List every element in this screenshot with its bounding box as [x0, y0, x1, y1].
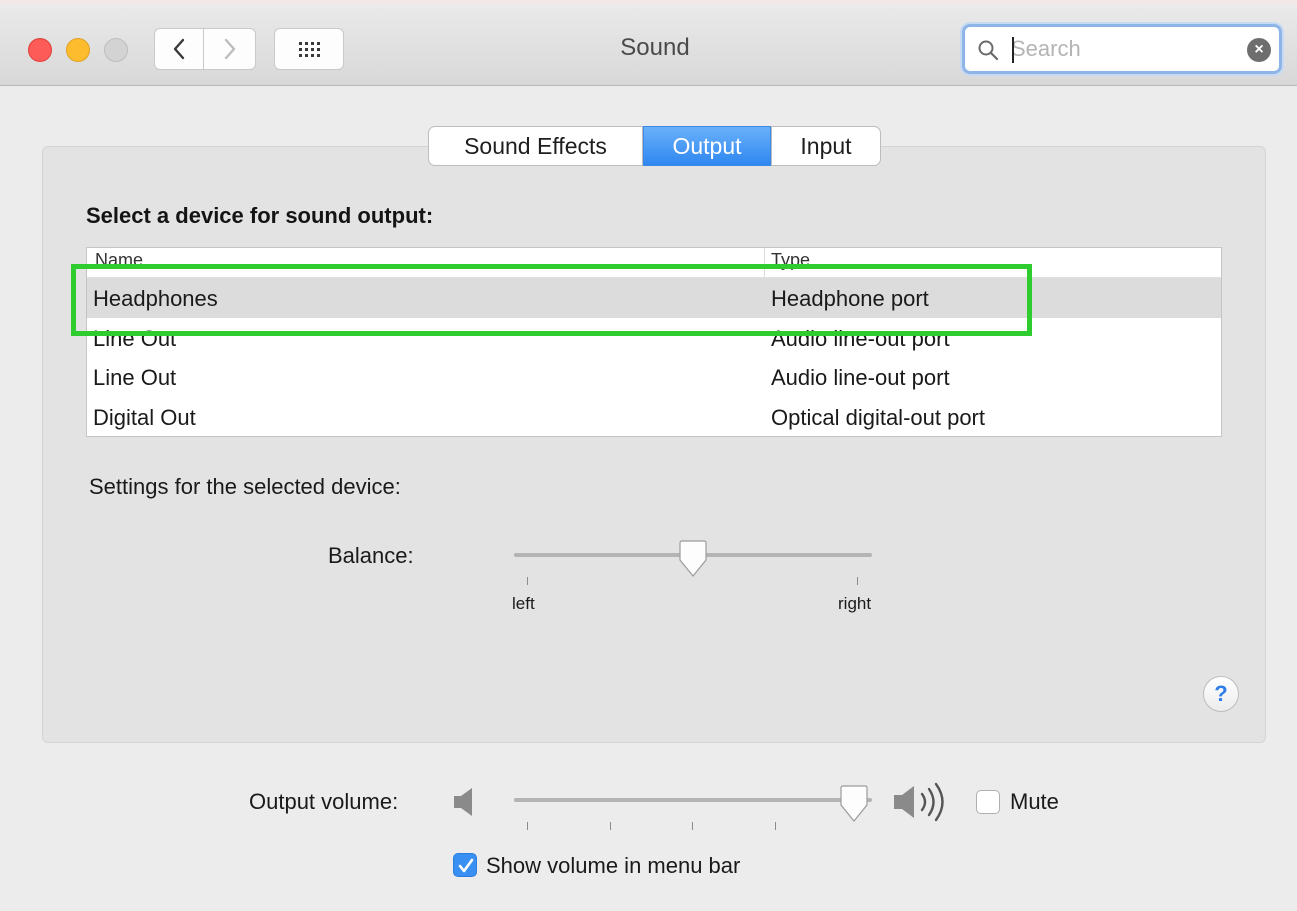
minimize-button[interactable] — [66, 38, 90, 62]
balance-left-label: left — [512, 594, 535, 613]
balance-tick — [857, 577, 858, 585]
window-title: Sound — [620, 34, 690, 61]
device-type: Optical digital-out port — [771, 404, 985, 430]
help-button[interactable]: ? — [1203, 676, 1239, 712]
volume-tick — [775, 822, 776, 830]
grid-icon — [299, 42, 320, 57]
volume-tick — [527, 822, 528, 830]
show-volume-checkbox[interactable] — [453, 853, 477, 877]
speaker-high-icon — [894, 782, 944, 822]
chevron-right-icon — [224, 38, 235, 60]
balance-slider-knob[interactable] — [676, 540, 710, 580]
close-button[interactable] — [28, 38, 52, 62]
search-input[interactable] — [1011, 35, 1231, 63]
mute-label: Mute — [1010, 789, 1059, 814]
device-type: Audio line-out port — [771, 365, 950, 390]
forward-button[interactable] — [204, 28, 256, 70]
table-row[interactable]: Line Out Audio line-out port — [87, 357, 1221, 397]
back-button[interactable] — [154, 28, 204, 70]
clear-search-icon[interactable]: × — [1247, 38, 1271, 62]
search-icon — [978, 40, 999, 61]
chevron-left-icon — [173, 38, 185, 60]
volume-tick — [610, 822, 611, 830]
tab-input[interactable]: Input — [771, 126, 881, 166]
show-all-button[interactable] — [274, 28, 344, 70]
text-caret — [1012, 37, 1014, 63]
show-volume-label: Show volume in menu bar — [486, 853, 741, 878]
device-name: Line Out — [93, 365, 177, 390]
mute-checkbox[interactable] — [976, 790, 1000, 814]
zoom-button[interactable] — [104, 38, 128, 62]
tab-sound-effects[interactable]: Sound Effects — [428, 126, 643, 166]
device-name: Digital Out — [93, 404, 196, 430]
checkmark-icon — [458, 858, 474, 873]
balance-tick — [527, 577, 528, 585]
volume-slider-track[interactable] — [514, 798, 872, 802]
settings-heading: Settings for the selected device: — [89, 474, 401, 499]
sound-preferences-window: Sound × Sound Effects Output Input Selec… — [0, 0, 1297, 911]
output-volume-label: Output volume: — [249, 789, 399, 814]
speaker-low-icon — [454, 788, 472, 816]
tab-bar: Sound Effects Output Input — [428, 126, 881, 166]
title-bar-strip — [0, 0, 1297, 8]
output-panel — [42, 146, 1266, 743]
tab-output[interactable]: Output — [643, 126, 771, 166]
balance-right-label: right — [838, 594, 872, 613]
selection-highlight-annotation — [71, 264, 1032, 336]
title-bar: Sound × — [0, 0, 1297, 86]
select-device-heading: Select a device for sound output: — [86, 203, 434, 228]
table-row[interactable]: Digital Out Optical digital-out port — [87, 397, 1221, 437]
volume-tick — [692, 822, 693, 830]
search-field[interactable]: × — [962, 24, 1282, 74]
volume-slider-knob[interactable] — [837, 785, 871, 825]
balance-label: Balance: — [328, 543, 414, 568]
